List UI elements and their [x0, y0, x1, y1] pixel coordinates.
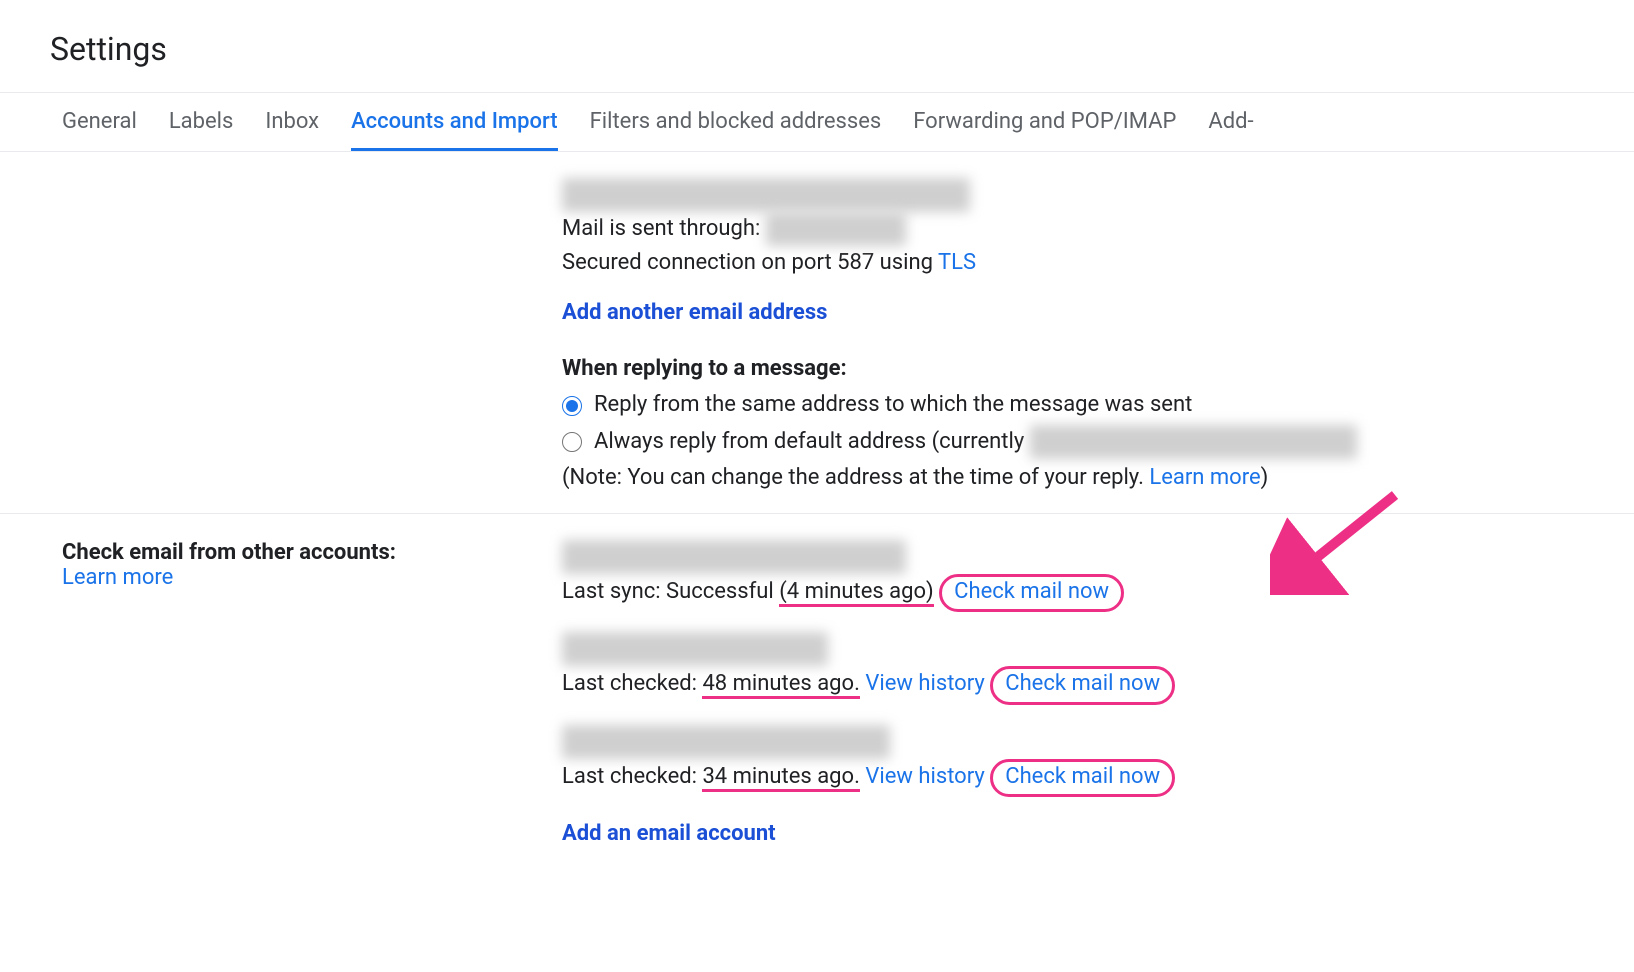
page-title: Settings	[0, 0, 1634, 92]
add-another-email-link[interactable]: Add another email address	[562, 296, 827, 330]
settings-page: Settings General Labels Inbox Accounts a…	[0, 0, 1634, 869]
external-account-row: ████ ██████ ██ ████ Last checked: 48 min…	[562, 632, 1634, 704]
section-left-checkmail: Check email from other accounts: Learn m…	[62, 540, 562, 852]
mail-sent-through-label: Mail is sent through:	[562, 216, 766, 241]
redacted-account-2: ████ ██████ ██ ████	[562, 632, 828, 666]
check-mail-heading: Check email from other accounts:	[62, 540, 562, 565]
tls-link[interactable]: TLS	[938, 250, 976, 275]
reply-option-default-label: Always reply from default address (curre…	[594, 429, 1030, 454]
tab-labels[interactable]: Labels	[169, 93, 234, 151]
secured-connection-text: Secured connection on port 587 using	[562, 250, 938, 275]
reply-heading: When replying to a message:	[562, 352, 1634, 386]
reply-option-same-label: Reply from the same address to which the…	[594, 388, 1192, 422]
last-checked-time: 34 minutes ago.	[702, 764, 859, 792]
settings-content: ████ ████ <████████████████> Mail is sen…	[0, 152, 1634, 869]
last-sync-time: (4 minutes ago)	[779, 579, 933, 607]
tab-filters[interactable]: Filters and blocked addresses	[590, 93, 882, 151]
section-right: ████ ████ <████████████████> Mail is sen…	[562, 178, 1634, 495]
tab-general[interactable]: General	[62, 93, 137, 151]
external-account-row: █████████ ████ ███ ████ Last checked: 34…	[562, 725, 1634, 797]
note-suffix: )	[1261, 465, 1269, 490]
learn-more-link-checkmail[interactable]: Learn more	[62, 565, 173, 590]
settings-tabs: General Labels Inbox Accounts and Import…	[0, 92, 1634, 152]
tab-forwarding[interactable]: Forwarding and POP/IMAP	[913, 93, 1176, 151]
tab-accounts-import[interactable]: Accounts and Import	[351, 93, 558, 151]
section-left	[62, 178, 562, 495]
check-mail-now-link[interactable]: Check mail now	[939, 574, 1124, 612]
redacted-account-1: ████ ████████ ██ ███████	[562, 540, 906, 574]
learn-more-link-reply[interactable]: Learn more	[1149, 465, 1260, 490]
note-prefix: (Note: You can change the address at the…	[562, 465, 1149, 490]
section-right-checkmail: ████ ████████ ██ ███████ Last sync: Succ…	[562, 540, 1634, 852]
last-sync-label: Last sync: Successful	[562, 579, 779, 604]
last-checked-time: 48 minutes ago.	[702, 671, 859, 699]
view-history-link[interactable]: View history	[865, 671, 984, 696]
add-email-account-link[interactable]: Add an email account	[562, 817, 776, 851]
last-checked-label: Last checked:	[562, 764, 702, 789]
redacted-server: █████████	[766, 212, 906, 246]
reply-radio-same[interactable]	[562, 396, 582, 416]
external-account-row: ████ ████████ ██ ███████ Last sync: Succ…	[562, 540, 1634, 612]
redacted-account-3: █████████ ████ ███ ████	[562, 725, 890, 759]
check-mail-now-link[interactable]: Check mail now	[990, 759, 1175, 797]
reply-option-default-row: Always reply from default address (curre…	[562, 425, 1634, 459]
check-mail-now-link[interactable]: Check mail now	[990, 666, 1175, 704]
section-send-mail-as: ████ ████ <████████████████> Mail is sen…	[0, 152, 1634, 513]
section-check-mail: Check email from other accounts: Learn m…	[0, 513, 1634, 870]
reply-radio-default[interactable]	[562, 432, 582, 452]
redacted-default-address: █████████████████████	[1030, 425, 1357, 459]
tab-inbox[interactable]: Inbox	[265, 93, 319, 151]
redacted-name: ████ ████ <████████████████>	[562, 178, 970, 212]
view-history-link[interactable]: View history	[865, 764, 984, 789]
tab-addons[interactable]: Add-	[1208, 93, 1253, 151]
last-checked-label: Last checked:	[562, 671, 702, 696]
reply-option-same-row: Reply from the same address to which the…	[562, 388, 1634, 422]
reply-note: (Note: You can change the address at the…	[562, 461, 1634, 495]
